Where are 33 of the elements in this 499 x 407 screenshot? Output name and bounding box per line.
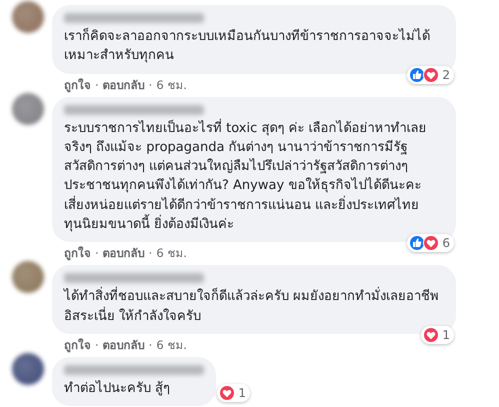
avatar[interactable]: [12, 92, 44, 125]
separator-dot: ·: [148, 78, 152, 92]
comment-text: ได้ทำสิ่งที่ชอบและสบายใจก็ดีแล้วล่ะครับ ผมยังอยากทำมั่งเลยอาชีพอิสระเนี่ย ให้กำลังใจครับ: [64, 287, 444, 326]
comment-text: ทำต่อไปนะครับ สู้ๆ: [64, 379, 172, 398]
reply-link[interactable]: ตอบกลับ: [102, 338, 145, 352]
avatar[interactable]: [12, 261, 44, 294]
separator-dot: ·: [148, 338, 152, 352]
comment-text: เราก็คิดจะลาออกจากระบบเหมือนกันบางทีข้าราชการอาจจะไม่ได้เหมาะสำหรับทุกคน: [64, 27, 431, 66]
avatar[interactable]: [12, 352, 44, 385]
reply-link[interactable]: ตอบกลับ: [102, 246, 145, 260]
comment-time[interactable]: 6 ชม.: [156, 338, 187, 352]
reply-link[interactable]: ตอบกลับ: [102, 78, 145, 92]
reaction-badge[interactable]: 1: [421, 326, 454, 344]
reaction-count: 6: [442, 236, 450, 250]
reaction-badge[interactable]: 6: [407, 234, 454, 252]
separator-dot: ·: [148, 246, 152, 260]
reaction-count: 2: [442, 68, 450, 82]
like-link[interactable]: ถูกใจ: [64, 78, 91, 92]
separator-dot: ·: [95, 246, 99, 260]
reaction-badge[interactable]: 2: [407, 66, 454, 84]
reaction-count: 1: [238, 386, 246, 400]
comment-time[interactable]: 6 ชม.: [156, 246, 187, 260]
reaction-badge[interactable]: 1: [217, 384, 250, 402]
comment-text: ระบบราชการไทยเป็นอะไรที่ toxic สุดๆ ค่ะ เลือกได้อย่าหาทำเลยจริงๆ ถึงแม้จะ propaganda กันต่างๆ นานาว่าข้าราชการมีรัฐสวัสดิการต่างๆ แต่คนส่วนใหญ่ลืมไปรึเปล่าว่ารัฐสวัสดิการต่างๆ ประชาชนทุกคนพึงได้เท่ากัน? Anyway ขอให้ธุรกิจไปได้ดีนะคะ เสี่ยงหน่อยแต่รายได้ดีกว่าข้าราชการแน่นอน และยิ่งประเทศไทยทุนนิยมขนาดนี้ ยิ่งต้องมีเงินค่ะ: [64, 118, 428, 234]
like-icon: [409, 66, 426, 83]
avatar[interactable]: [12, 1, 44, 33]
like-icon: [409, 235, 426, 252]
like-link[interactable]: ถูกใจ: [64, 338, 91, 352]
reaction-count: 1: [442, 328, 450, 342]
separator-dot: ·: [95, 338, 99, 352]
comment-time[interactable]: 6 ชม.: [156, 78, 187, 92]
like-link[interactable]: ถูกใจ: [64, 246, 91, 260]
separator-dot: ·: [95, 78, 99, 92]
